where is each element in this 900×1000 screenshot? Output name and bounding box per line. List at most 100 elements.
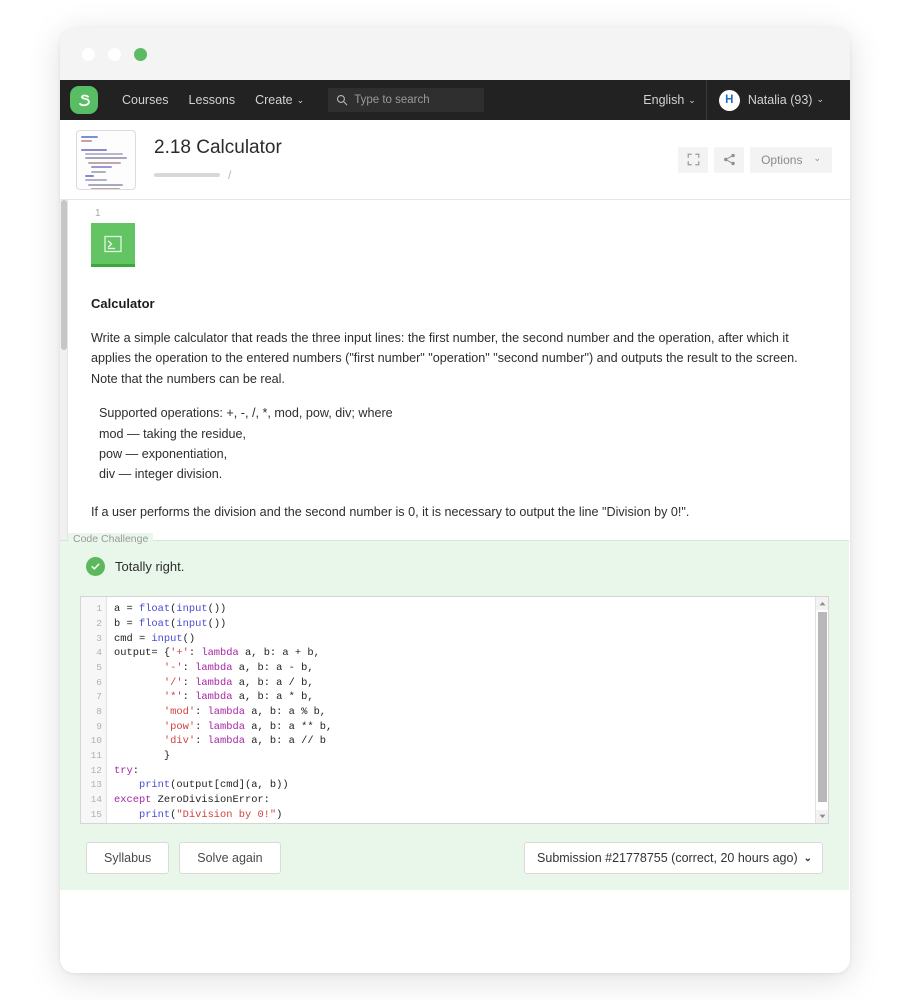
code-line-number: 13 (90, 779, 102, 791)
code-line: '-': lambda a, b: a - b, (163, 661, 314, 674)
challenge-status-text: Totally right. (115, 559, 185, 575)
user-menu[interactable]: H Natalia (93) ⌄ (707, 89, 836, 111)
window-dot-maximize[interactable] (134, 47, 147, 61)
fullscreen-button[interactable] (678, 146, 709, 173)
code-line-number: 14 (90, 794, 102, 806)
submission-select[interactable]: Submission #21778755 (correct, 20 hours … (524, 842, 823, 875)
code-line: except ZeroDivisionError: (114, 794, 270, 807)
chevron-down-icon: ⌄ (816, 93, 824, 104)
code-line-number: 15 (90, 808, 102, 820)
code-line: 'mod': lambda a, b: a % b, (163, 705, 327, 718)
code-line: a = float(input()) (114, 603, 227, 616)
fullscreen-icon (687, 153, 699, 166)
code-line-number: 11 (90, 750, 102, 761)
lesson-content: 1 Calculator Write a simple calculator t… (60, 200, 850, 890)
code-line-number: 4 (96, 647, 102, 659)
challenge-buttons: Syllabus Solve again Submission #2177875… (80, 842, 829, 875)
step-note: If a user performs the division and the … (91, 504, 690, 519)
code-challenge-panel: Code Challenge Totally right. 1234567891… (60, 533, 849, 890)
window-dot-minimize[interactable] (108, 47, 121, 61)
navbar: Courses Lessons Create ⌄ Type to search E… (60, 80, 850, 120)
share-button[interactable] (714, 146, 745, 173)
lesson-header: 2.18 Calculator / Options ⌄ (60, 120, 850, 200)
check-circle-icon (86, 557, 105, 577)
browser-window: Courses Lessons Create ⌄ Type to search E… (60, 28, 850, 973)
step-block-title: Calculator (91, 296, 155, 311)
code-line: 'pow': lambda a, b: a ** b, (163, 720, 333, 733)
step-operations: Supported operations: +, -, /, *, mod, p… (91, 403, 824, 485)
code-line: output= {'+': lambda a, b: a + b, (114, 647, 320, 660)
lesson-header-actions: Options ⌄ (678, 146, 832, 173)
operations-line-2: pow — exponentiation, (99, 446, 228, 461)
nav-link-lessons[interactable]: Lessons (179, 80, 246, 120)
nav-link-courses[interactable]: Courses (112, 80, 179, 120)
stepik-logo[interactable] (70, 86, 98, 114)
code-line-number: 12 (90, 764, 102, 776)
search-input-placeholder: Type to search (354, 94, 430, 106)
code-line: print("Division by 0!") (138, 808, 283, 821)
code-line: '*': lambda a, b: a * b, (163, 691, 314, 704)
lesson-thumbnail[interactable] (76, 129, 136, 190)
code-line: } (114, 750, 171, 762)
code-editor-area[interactable]: a = float(input()) b = float(input()) cmd … (107, 597, 815, 823)
lesson-title-wrap: 2.18 Calculator / (154, 136, 678, 182)
search-input[interactable]: Type to search (328, 88, 485, 112)
chevron-down-icon: ⌄ (813, 153, 821, 163)
options-button[interactable]: Options ⌄ (750, 146, 832, 173)
step-tile-1[interactable] (91, 223, 135, 267)
breadcrumb: / (154, 168, 678, 182)
operations-line-1: mod — taking the residue, (99, 426, 247, 441)
content-inner: 1 Calculator Write a simple calculator t… (60, 208, 850, 890)
code-line: print(output[cmd](a, b)) (138, 779, 289, 792)
user-menu-label: Natalia (93) (747, 93, 813, 107)
operations-line-0: Supported operations: +, -, /, *, mod, p… (99, 406, 393, 421)
nav-link-courses-label: Courses (122, 93, 169, 107)
scroll-down-icon[interactable] (816, 810, 828, 824)
page-title: 2.18 Calculator (154, 136, 282, 158)
code-challenge-legend: Code Challenge (68, 533, 154, 546)
code-line-number: 5 (96, 661, 102, 673)
chevron-down-icon: ⌄ (296, 94, 305, 105)
step-number: 1 (95, 208, 101, 219)
options-button-label: Options (761, 152, 803, 167)
code-line-number: 7 (96, 691, 102, 703)
code-line: '/': lambda a, b: a / b, (163, 676, 314, 689)
code-line-number: 10 (90, 735, 102, 747)
chevron-down-icon: ⌄ (803, 852, 812, 864)
code-line: cmd = input() (114, 632, 196, 645)
operations-line-3: div — integer division. (99, 467, 223, 482)
code-editor-scrollbar[interactable] (815, 597, 828, 824)
scroll-up-icon[interactable] (816, 597, 828, 611)
code-line-number: 9 (96, 720, 102, 732)
language-selector[interactable]: English ⌄ (633, 80, 706, 121)
content-scrollbar-thumb[interactable] (61, 200, 67, 350)
search-icon (337, 94, 348, 106)
navbar-right: English ⌄ H Natalia (93) ⌄ (633, 80, 836, 120)
step-description: Write a simple calculator that reads the… (91, 331, 798, 386)
window-dot-close[interactable] (82, 47, 95, 61)
language-selector-label: English (643, 92, 685, 107)
share-icon (723, 153, 735, 166)
challenge-status: Totally right. (80, 541, 829, 577)
breadcrumb-separator: / (228, 168, 232, 183)
code-line-number: 3 (96, 632, 102, 644)
code-line-number: 6 (96, 676, 102, 688)
chevron-down-icon: ⌄ (688, 94, 696, 105)
nav-link-create-label: Create (255, 92, 293, 107)
solve-again-button[interactable]: Solve again (179, 842, 281, 875)
code-editor[interactable]: 1 2 3 4 5 6 7 8 9 10 11 12 13 14 15 a = float(input())… (80, 596, 829, 825)
code-line-number: 2 (96, 617, 102, 629)
syllabus-button[interactable]: Syllabus (86, 842, 170, 875)
terminal-icon (104, 235, 122, 252)
nav-link-create[interactable]: Create ⌄ (245, 80, 314, 121)
code-line-number: 1 (96, 603, 102, 615)
code-line: b = float(input()) (114, 617, 227, 630)
code-line: try: (114, 764, 139, 777)
code-editor-scrollbar-thumb[interactable] (818, 612, 827, 803)
nav-link-lessons-label: Lessons (188, 93, 236, 107)
code-line-number: 8 (96, 705, 102, 717)
submission-select-value: Submission #21778755 (correct, 20 hours … (537, 851, 798, 866)
window-titlebar (60, 28, 850, 80)
avatar: H (718, 89, 740, 111)
breadcrumb-placeholder (154, 173, 220, 178)
